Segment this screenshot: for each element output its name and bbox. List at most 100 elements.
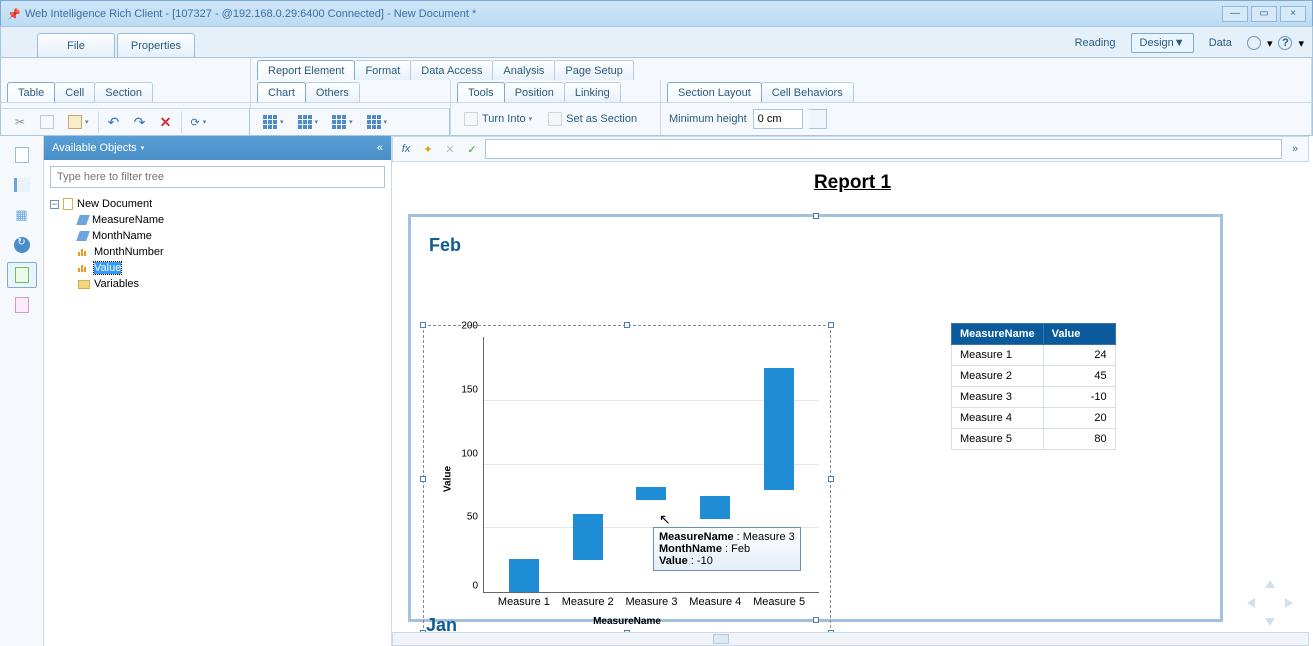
page-nav-right[interactable] (1285, 598, 1293, 608)
resize-handle-rc[interactable] (828, 476, 834, 482)
vbtn-available-objects[interactable] (7, 262, 37, 288)
tree-item-value[interactable]: Value (50, 260, 385, 276)
tab-page-setup[interactable]: Page Setup (554, 60, 634, 80)
subtab-section-layout[interactable]: Section Layout (667, 82, 762, 102)
vbtn-filters[interactable]: ▦ (7, 202, 37, 228)
refresh-button[interactable]: ⟳▾ (186, 111, 212, 133)
min-height-field[interactable]: 0 cm (753, 109, 803, 129)
vbtn-doc-structure[interactable] (7, 292, 37, 318)
window-title: Web Intelligence Rich Client - [107327 -… (25, 8, 1219, 20)
cut-button[interactable]: ✂ (9, 111, 31, 133)
subtab-chart[interactable]: Chart (257, 82, 306, 102)
table-template-3[interactable]: ▾ (327, 111, 358, 133)
page-nav-left[interactable] (1247, 598, 1255, 608)
table-template-2[interactable]: ▾ (293, 111, 324, 133)
ytick: 50 (467, 512, 484, 523)
tab-data-access[interactable]: Data Access (410, 60, 493, 80)
turn-into-button[interactable]: Turn Into▾ (459, 108, 537, 130)
formula-validate-button[interactable]: ✓ (463, 140, 481, 158)
formula-wizard-button[interactable]: ✦ (419, 140, 437, 158)
subtab-tools[interactable]: Tools (457, 82, 505, 102)
table-row[interactable]: Measure 124 (952, 345, 1116, 366)
formula-cancel-button[interactable]: ✕ (441, 140, 459, 158)
copy-button[interactable] (35, 111, 59, 133)
cursor-icon: ↖ (659, 511, 671, 528)
chart-object[interactable]: Value MeasureName 0 50 100 150 200 (423, 325, 831, 633)
resize-handle-lc[interactable] (420, 476, 426, 482)
bar-measure-3[interactable] (636, 487, 666, 500)
delete-icon: ✕ (160, 114, 172, 131)
page-nav-cluster (1247, 580, 1293, 626)
tree-item-variables[interactable]: Variables (50, 276, 385, 292)
subtab-cell-behaviors[interactable]: Cell Behaviors (761, 82, 854, 102)
page-nav-up[interactable] (1265, 580, 1275, 588)
resize-handle-tc[interactable] (624, 322, 630, 328)
subtab-table[interactable]: Table (7, 82, 55, 102)
resize-handle-tr[interactable] (828, 322, 834, 328)
report-canvas[interactable]: Report 1 Feb Val (392, 164, 1313, 646)
subtab-cell[interactable]: Cell (54, 82, 95, 102)
vbtn-nav-map[interactable] (7, 172, 37, 198)
delete-button[interactable]: ✕ (155, 111, 177, 133)
tab-file[interactable]: File (37, 33, 115, 57)
tree-item-monthnumber[interactable]: MonthNumber (50, 244, 385, 260)
section-frame-feb[interactable]: Feb Value MeasureName (408, 214, 1223, 622)
set-as-section-button[interactable]: Set as Section (543, 108, 642, 130)
data-table[interactable]: MeasureName Value Measure 124 Measure 24… (951, 323, 1116, 450)
table-header-row: MeasureName Value (952, 324, 1116, 345)
help-icon[interactable]: ? (1278, 36, 1292, 50)
formula-input[interactable] (485, 139, 1282, 159)
min-height-spinner[interactable] (809, 109, 827, 129)
xtick: Measure 4 (689, 596, 741, 608)
subtab-linking[interactable]: Linking (564, 82, 621, 102)
table-row[interactable]: Measure 420 (952, 408, 1116, 429)
side-panel-header[interactable]: Available Objects ▾ « (44, 136, 391, 160)
maximize-button[interactable]: ▭ (1251, 6, 1277, 22)
help-dropdown[interactable]: ▾ (1298, 37, 1304, 50)
bar-measure-4[interactable] (700, 496, 730, 519)
frame-handle-top[interactable] (813, 213, 819, 219)
table-row[interactable]: Measure 580 (952, 429, 1116, 450)
mode-data[interactable]: Data (1200, 33, 1241, 53)
bar-measure-2[interactable] (573, 514, 603, 560)
canvas-hscroll[interactable] (392, 632, 1309, 646)
undo-button[interactable]: ↶ (103, 111, 125, 133)
bar-measure-1[interactable] (509, 559, 539, 592)
subtab-section[interactable]: Section (94, 82, 153, 102)
bar-measure-5[interactable] (764, 368, 794, 490)
fx-button[interactable]: fx (397, 140, 415, 158)
expand-icon[interactable]: − (50, 200, 59, 209)
mode-reading[interactable]: Reading (1066, 33, 1125, 53)
resize-handle-tl[interactable] (420, 322, 426, 328)
table-icon (367, 115, 381, 129)
tab-format[interactable]: Format (354, 60, 411, 80)
subtab-others[interactable]: Others (305, 82, 360, 102)
page-nav-down[interactable] (1265, 618, 1275, 626)
table-row[interactable]: Measure 245 (952, 366, 1116, 387)
tab-properties[interactable]: Properties (117, 33, 195, 57)
table-template-4[interactable]: ▾ (362, 111, 393, 133)
scroll-thumb[interactable] (713, 634, 729, 644)
table-row[interactable]: Measure 3-10 (952, 387, 1116, 408)
table-template-1[interactable]: ▾ (258, 111, 289, 133)
mode-design[interactable]: Design▼ (1131, 33, 1194, 53)
structure-icon (15, 297, 29, 313)
redo-button[interactable]: ↷ (129, 111, 151, 133)
subtab-position[interactable]: Position (504, 82, 565, 102)
vbtn-doc-summary[interactable] (7, 142, 37, 168)
close-button[interactable]: × (1280, 6, 1306, 22)
section-header: Feb (429, 235, 1220, 256)
formula-expand-button[interactable]: » (1286, 140, 1304, 158)
filter-tree-input[interactable] (51, 167, 384, 187)
tab-report-element[interactable]: Report Element (257, 60, 355, 80)
tree-item-measurename[interactable]: MeasureName (50, 212, 385, 228)
collapse-panel-icon[interactable]: « (377, 142, 383, 154)
tree-item-monthname[interactable]: MonthName (50, 228, 385, 244)
vbtn-data-sources[interactable]: ↻ (7, 232, 37, 258)
tree-root[interactable]: − New Document (50, 196, 385, 212)
gear-icon[interactable] (1247, 36, 1261, 50)
tab-analysis[interactable]: Analysis (492, 60, 555, 80)
minimize-button[interactable]: — (1222, 6, 1248, 22)
paste-button[interactable]: ▾ (63, 111, 94, 133)
gear-dropdown[interactable]: ▾ (1267, 37, 1273, 50)
